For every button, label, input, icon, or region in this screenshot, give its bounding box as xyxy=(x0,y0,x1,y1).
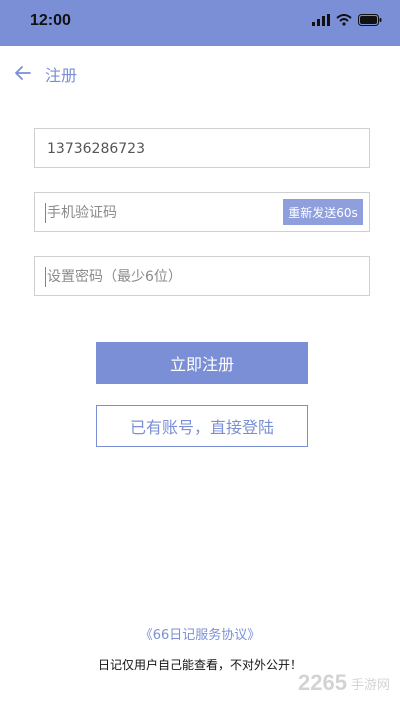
verification-code-input[interactable] xyxy=(47,202,287,224)
register-button[interactable]: 立即注册 xyxy=(96,342,308,384)
resend-code-button[interactable]: 重新发送60s xyxy=(283,199,363,225)
page-title: 注册 xyxy=(45,66,78,85)
text-caret xyxy=(45,203,46,223)
arrow-left-icon[interactable] xyxy=(12,62,34,84)
service-agreement-link[interactable]: 《66日记服务协议》 xyxy=(0,624,400,643)
battery-icon xyxy=(358,14,382,26)
nav-bar: 注册 xyxy=(0,46,400,100)
login-link-button[interactable]: 已有账号，直接登陆 xyxy=(96,405,308,447)
wifi-icon xyxy=(336,14,352,26)
watermark-logo: 2265 手游网 xyxy=(298,670,390,696)
watermark-number: 2265 xyxy=(298,670,347,695)
password-field[interactable] xyxy=(34,256,370,296)
code-field[interactable]: 重新发送60s xyxy=(34,192,370,232)
password-input[interactable] xyxy=(47,266,287,288)
status-icons xyxy=(312,14,382,26)
watermark-text: 手游网 xyxy=(350,677,390,693)
text-caret xyxy=(45,267,46,287)
status-time: 12:00 xyxy=(30,12,71,29)
phone-field[interactable] xyxy=(34,128,370,168)
status-bar: 12:00 xyxy=(0,0,400,46)
signal-icon xyxy=(312,14,330,26)
phone-input[interactable] xyxy=(47,138,287,160)
